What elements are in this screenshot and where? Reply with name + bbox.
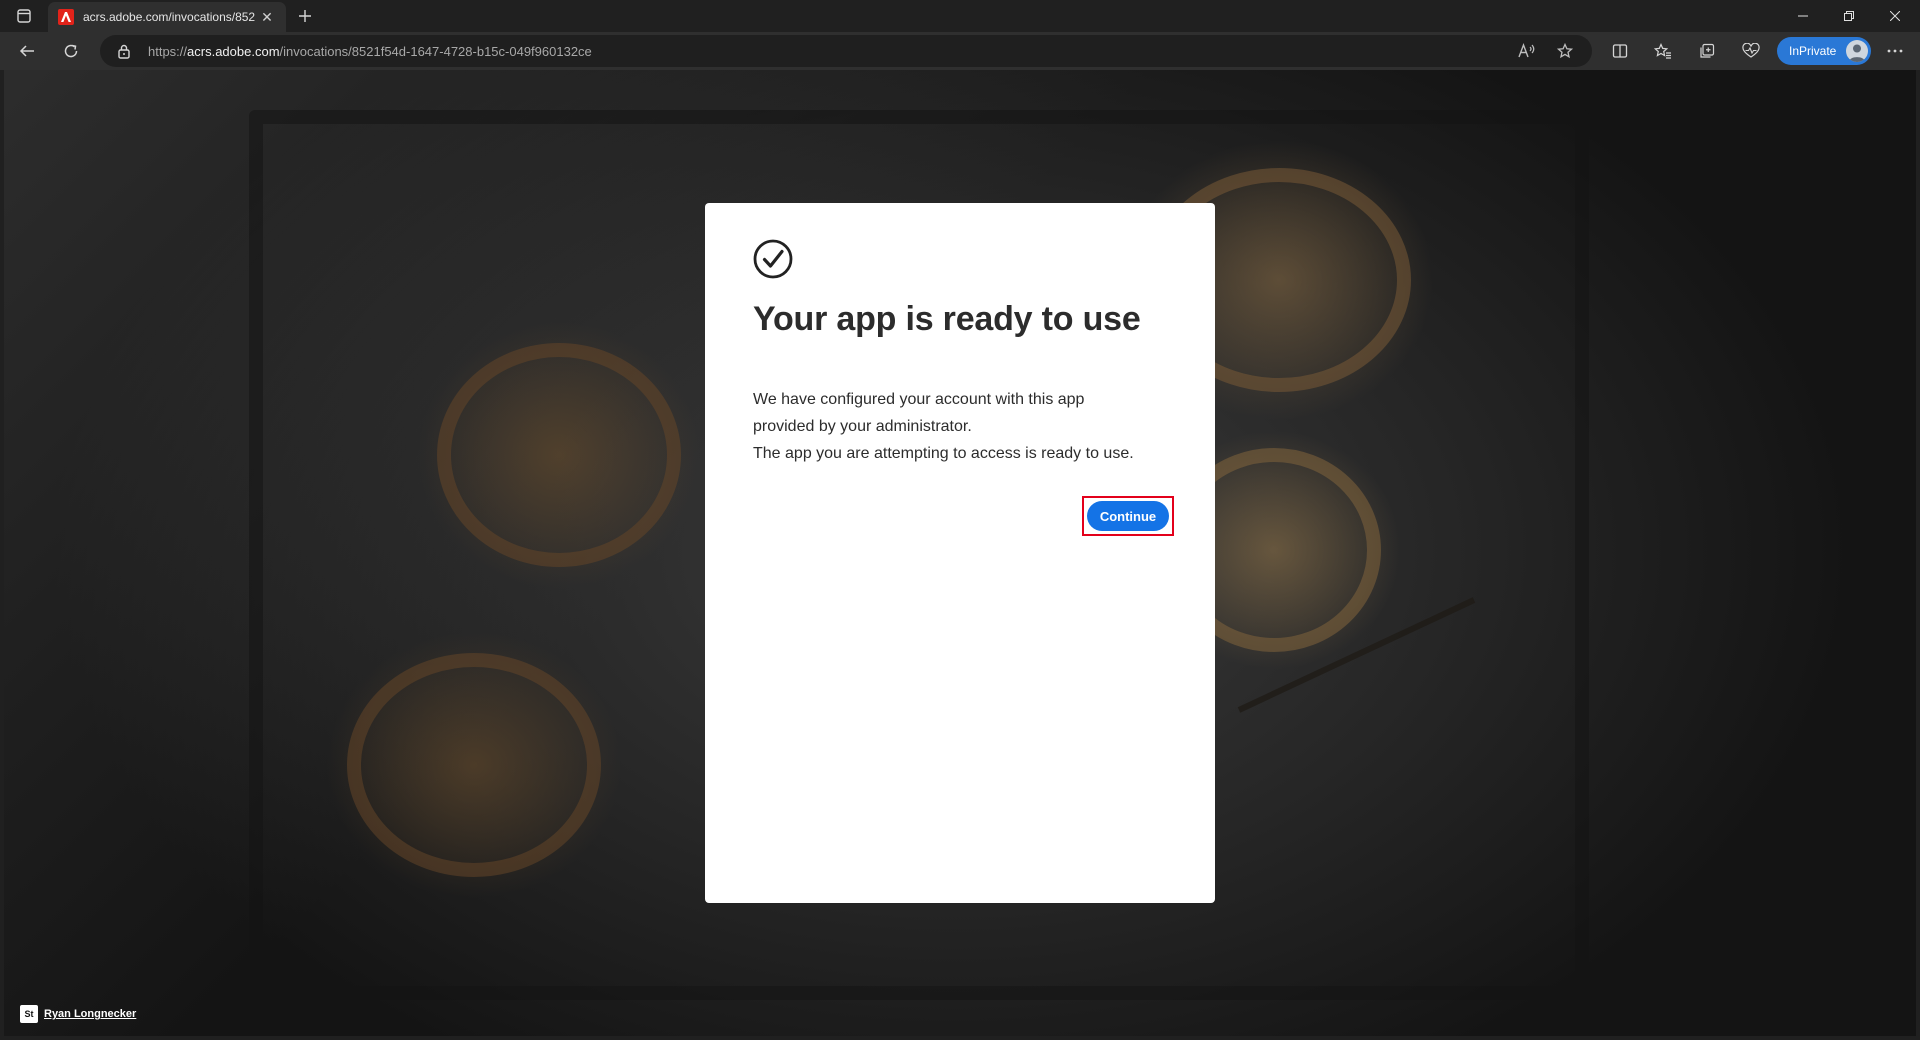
photo-credit: St Ryan Longnecker (20, 1005, 136, 1023)
restore-icon (1844, 11, 1854, 21)
dialog-body: We have configured your account with thi… (753, 386, 1173, 467)
tab-title: acrs.adobe.com/invocations/852 (83, 10, 256, 24)
close-window-button[interactable] (1872, 0, 1918, 32)
app-ready-dialog: Your app is ready to use We have configu… (705, 203, 1215, 903)
browser-window: acrs.adobe.com/invocations/852 ✕ https:/… (0, 0, 1920, 1040)
favorites-icon (1654, 43, 1671, 59)
checkmark-circle-icon (753, 239, 793, 279)
lock-icon[interactable] (116, 43, 132, 59)
restore-button[interactable] (1826, 0, 1872, 32)
continue-button[interactable]: Continue (1087, 501, 1169, 531)
star-icon (1557, 43, 1573, 59)
avatar (1846, 40, 1868, 62)
inprivate-label: InPrivate (1789, 44, 1837, 58)
favorites-button[interactable] (1648, 37, 1678, 65)
person-icon (1849, 44, 1865, 62)
tab-strip: acrs.adobe.com/invocations/852 ✕ (0, 0, 1920, 32)
split-screen-button[interactable] (1605, 37, 1635, 65)
address-bar[interactable]: https://acrs.adobe.com/invocations/8521f… (100, 35, 1592, 67)
tab-actions-icon (17, 9, 31, 23)
photo-credit-link[interactable]: Ryan Longnecker (44, 1008, 136, 1020)
refresh-button[interactable] (56, 37, 86, 65)
url-text: https://acrs.adobe.com/invocations/8521f… (148, 44, 592, 59)
back-arrow-icon (19, 45, 34, 57)
collections-button[interactable] (1692, 37, 1722, 65)
read-aloud-icon (1518, 43, 1535, 58)
settings-menu-button[interactable] (1880, 37, 1910, 65)
dialog-body-line: provided by your administrator. (753, 418, 972, 435)
heart-pulse-icon (1742, 43, 1760, 58)
minimize-icon (1798, 15, 1808, 17)
minimize-button[interactable] (1780, 0, 1826, 32)
inprivate-button[interactable]: InPrivate (1777, 37, 1871, 65)
add-favorite-button[interactable] (1550, 37, 1580, 65)
tab-adobe[interactable]: acrs.adobe.com/invocations/852 ✕ (48, 2, 286, 32)
url-path: /invocations/8521f54d-1647-4728-b15c-049… (279, 44, 592, 59)
browser-essentials-button[interactable] (1736, 37, 1766, 65)
adobe-favicon-icon (58, 9, 74, 25)
tab-close-icon[interactable]: ✕ (258, 8, 276, 26)
read-aloud-button[interactable] (1512, 37, 1542, 65)
more-icon (1887, 49, 1903, 53)
refresh-icon (64, 44, 78, 58)
url-host: acrs.adobe.com (187, 44, 280, 59)
back-button[interactable] (12, 37, 42, 65)
tab-actions-button[interactable] (8, 4, 40, 28)
dialog-body-line: The app you are attempting to access is … (753, 445, 1134, 462)
close-icon (1890, 11, 1900, 21)
collections-icon (1700, 43, 1715, 58)
browser-toolbar: https://acrs.adobe.com/invocations/8521f… (0, 32, 1920, 70)
plus-icon (299, 10, 311, 22)
dialog-title: Your app is ready to use (753, 300, 1141, 338)
split-screen-icon (1612, 44, 1628, 58)
dialog-body-line: We have configured your account with thi… (753, 391, 1085, 408)
page-viewport: Your app is ready to use We have configu… (4, 70, 1916, 1036)
new-tab-button[interactable] (292, 4, 318, 28)
url-prefix: https:// (148, 44, 188, 59)
adobe-stock-logo: St (20, 1005, 38, 1023)
